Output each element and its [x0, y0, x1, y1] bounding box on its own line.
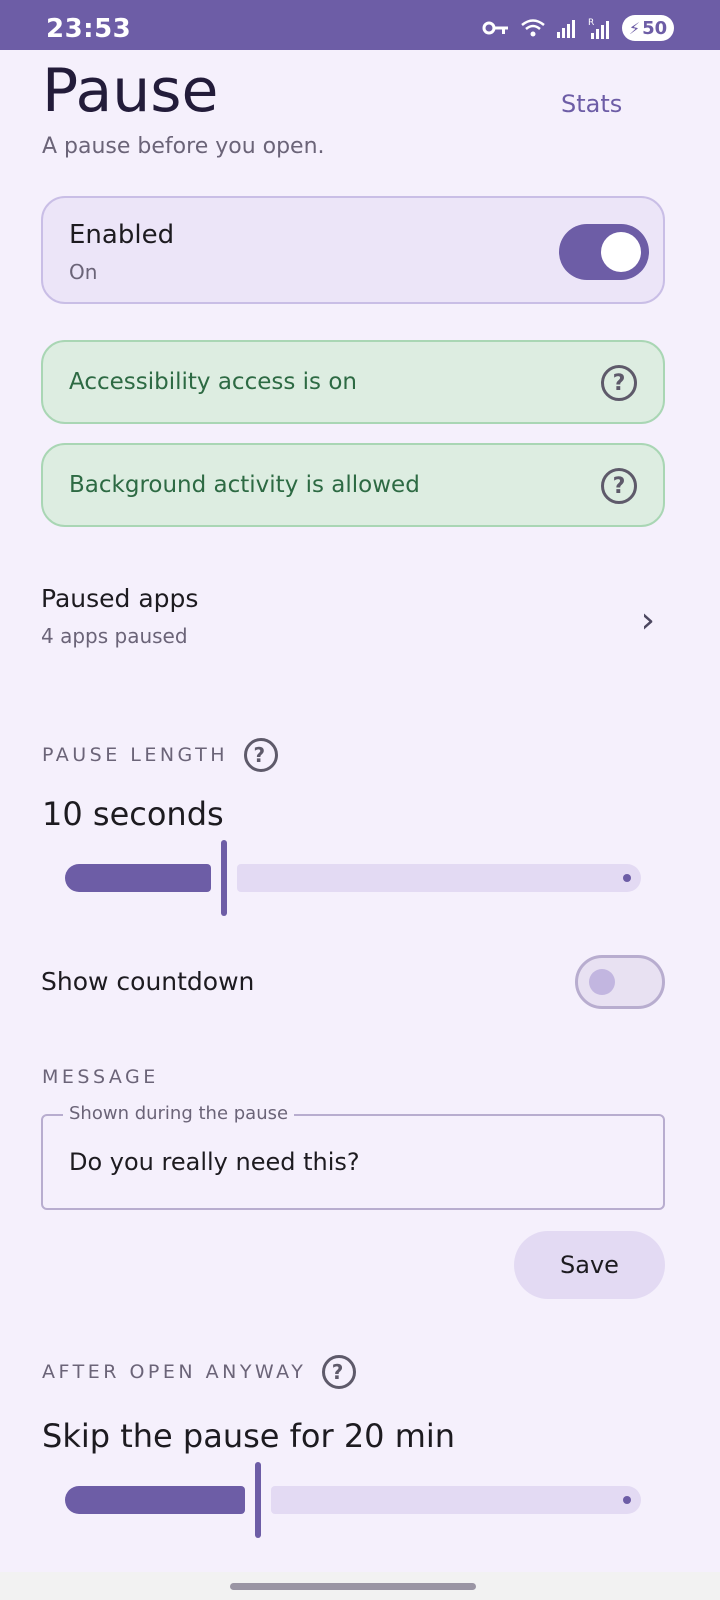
message-field-label: Shown during the pause: [63, 1103, 295, 1124]
after-open-slider[interactable]: [65, 1462, 641, 1538]
accessibility-status-card: Accessibility access is on ?: [41, 340, 665, 424]
status-bar: 23:53 R ⚡ 50: [0, 0, 720, 50]
slider-stop-indicator: [623, 1496, 631, 1504]
enabled-toggle[interactable]: [559, 224, 649, 280]
paused-apps-label: Paused apps: [41, 584, 199, 613]
background-activity-label: Background activity is allowed: [69, 472, 420, 498]
battery-level: 50: [642, 17, 668, 39]
help-icon[interactable]: ?: [601, 468, 637, 504]
after-open-section: AFTER OPEN ANYWAY ?: [42, 1355, 357, 1389]
page-subtitle: A pause before you open.: [42, 134, 325, 159]
enabled-label: Enabled: [69, 220, 175, 250]
pause-length-section-label: PAUSE LENGTH: [42, 744, 228, 766]
message-field[interactable]: Shown during the pause: [41, 1103, 665, 1210]
chevron-right-icon: ›: [640, 600, 655, 641]
help-icon[interactable]: ?: [322, 1355, 357, 1389]
vpn-key-icon: [482, 21, 508, 35]
stats-link[interactable]: Stats: [561, 90, 622, 118]
enabled-state: On: [69, 260, 98, 284]
save-button[interactable]: Save: [514, 1231, 665, 1299]
toggle-knob: [589, 969, 615, 995]
slider-handle[interactable]: [221, 840, 227, 916]
after-open-value: Skip the pause for 20 min: [42, 1417, 456, 1455]
pause-length-slider[interactable]: [65, 840, 641, 916]
signal-icon: [557, 20, 575, 38]
signal-roaming-icon: R: [588, 18, 609, 39]
svg-text:R: R: [588, 18, 594, 28]
message-section-label: MESSAGE: [42, 1066, 159, 1088]
bolt-icon: ⚡: [628, 18, 641, 38]
status-icons: R ⚡ 50: [482, 15, 674, 41]
wifi-icon: [521, 19, 545, 37]
slider-handle[interactable]: [255, 1462, 261, 1538]
accessibility-status-label: Accessibility access is on: [69, 369, 357, 395]
help-icon[interactable]: ?: [244, 738, 278, 772]
battery-charging-icon: ⚡ 50: [622, 15, 674, 41]
show-countdown-label: Show countdown: [41, 967, 255, 996]
slider-stop-indicator: [623, 874, 631, 882]
slider-inactive-track: [237, 864, 641, 892]
enabled-card[interactable]: Enabled On: [41, 196, 665, 304]
pause-length-section: PAUSE LENGTH ?: [42, 738, 278, 772]
page-title: Pause: [42, 56, 219, 126]
paused-apps-count: 4 apps paused: [41, 624, 188, 648]
show-countdown-toggle[interactable]: [575, 955, 665, 1009]
help-icon[interactable]: ?: [601, 365, 637, 401]
after-open-section-label: AFTER OPEN ANYWAY: [42, 1361, 307, 1383]
slider-active-track: [65, 864, 211, 892]
show-countdown-row[interactable]: Show countdown: [41, 955, 665, 1009]
background-activity-status-card: Background activity is allowed ?: [41, 443, 665, 527]
message-input[interactable]: [69, 1140, 639, 1184]
slider-active-track: [65, 1486, 245, 1514]
status-time: 23:53: [46, 14, 132, 44]
paused-apps-row[interactable]: Paused apps 4 apps paused ›: [41, 578, 665, 658]
slider-inactive-track: [271, 1486, 641, 1514]
toggle-knob: [601, 232, 641, 272]
gesture-handle[interactable]: [230, 1583, 476, 1590]
pause-length-value: 10 seconds: [42, 795, 224, 833]
